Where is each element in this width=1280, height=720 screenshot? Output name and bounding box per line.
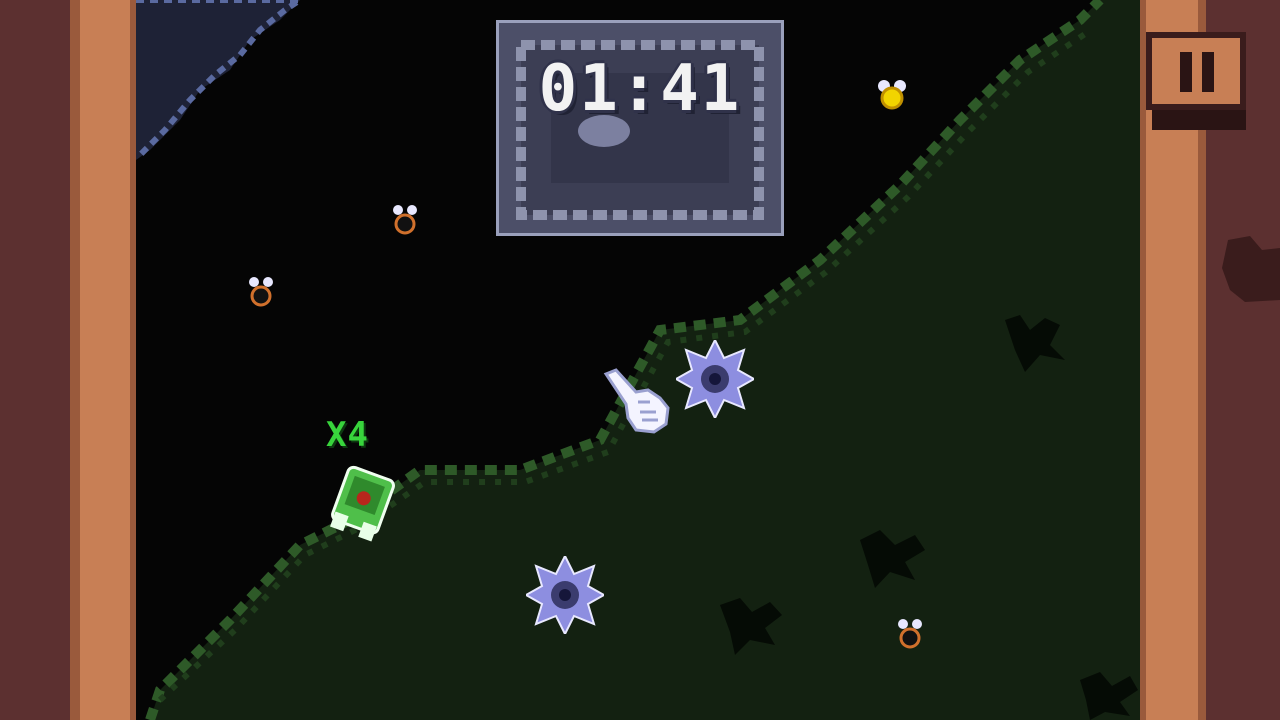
game-viewport[interactable]: 01:41 X4 <box>0 0 1280 720</box>
timer-display: 01:41 <box>538 52 742 126</box>
spike-mine-icon[interactable] <box>526 556 604 634</box>
pause-icon <box>1146 32 1246 130</box>
score-multiplier: X4 <box>326 415 369 455</box>
pause-button[interactable] <box>1146 32 1246 130</box>
fly-icon[interactable] <box>390 204 422 236</box>
player-tank-icon[interactable] <box>324 462 400 544</box>
timer-panel: 01:41 <box>496 20 784 236</box>
fly-icon[interactable] <box>895 618 927 650</box>
spike-mine-icon[interactable] <box>676 340 754 418</box>
fly-icon[interactable] <box>876 78 910 112</box>
pointer-hand-icon <box>603 368 670 434</box>
fly-icon[interactable] <box>246 276 278 308</box>
